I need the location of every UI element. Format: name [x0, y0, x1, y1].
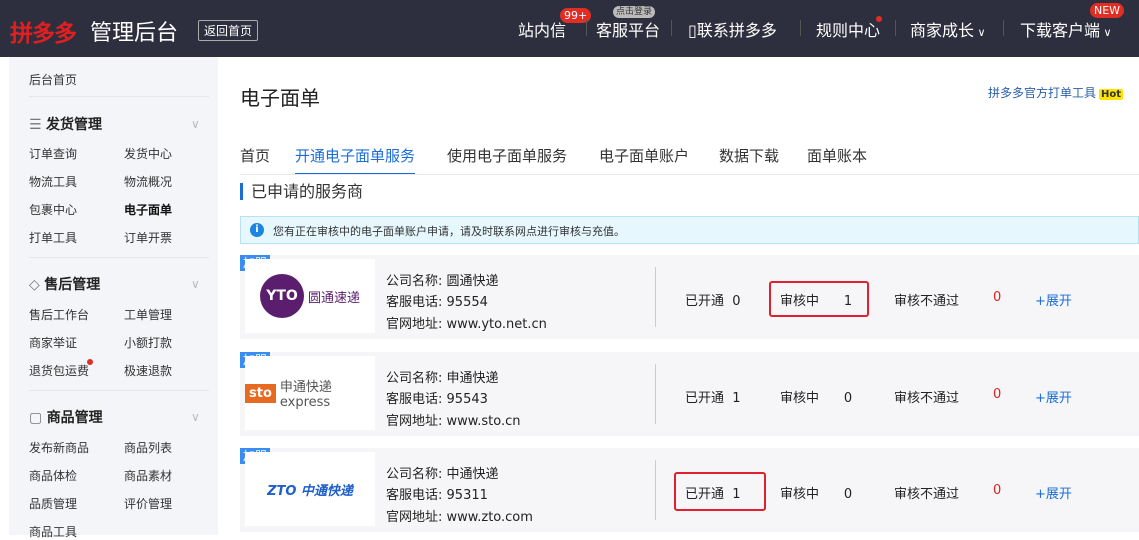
website-link[interactable]: www.sto.cn: [447, 414, 521, 429]
expand-button[interactable]: +展开: [1035, 387, 1072, 406]
tab-open-service[interactable]: 开通电子面单服务: [295, 145, 416, 175]
group-products[interactable]: ▢ 商品管理: [29, 407, 103, 427]
login-badge: 点击登录: [613, 6, 656, 18]
sidebar-item[interactable]: 售后工作台: [29, 306, 89, 323]
yto-logo: YTO 圆通速递: [245, 259, 375, 333]
sidebar-item[interactable]: 评价管理: [124, 495, 172, 512]
group-shipping[interactable]: ☰ 发货管理: [29, 114, 102, 134]
tab-use-service[interactable]: 使用电子面单服务: [447, 145, 567, 166]
chevron-down-icon: ∨: [1100, 26, 1112, 39]
sidebar-item[interactable]: 工单管理: [124, 306, 172, 323]
chevron-down-icon: ∨: [191, 277, 200, 291]
shield-icon: ◇: [29, 277, 45, 293]
sidebar-item[interactable]: 极速退款: [124, 362, 172, 379]
nav-download[interactable]: 下载客户端 ∨: [1020, 17, 1112, 41]
new-badge: NEW: [1090, 3, 1125, 18]
provider-card-yto: 加盟 YTO圆通速递 公司名称: 圆通快递 客服电话: 95554 官网地址: …: [240, 255, 1139, 339]
hot-badge: Hot: [1099, 89, 1124, 100]
sidebar-item[interactable]: 商品工具: [29, 523, 77, 540]
provider-card-zto: 加盟 ZTO 中通快递 公司名称: 中通快递 客服电话: 95311 官网地址:…: [240, 448, 1139, 532]
highlight-box: [769, 281, 869, 317]
phone-icon: ▯: [688, 21, 697, 40]
pdd-logo: 拼多多: [10, 21, 77, 47]
website-link[interactable]: www.yto.net.cn: [447, 317, 547, 332]
expand-button[interactable]: +展开: [1035, 290, 1072, 309]
sidebar-home[interactable]: 后台首页: [29, 71, 77, 88]
tab-account[interactable]: 电子面单账户: [599, 145, 689, 166]
sidebar-item[interactable]: 物流工具: [29, 173, 77, 190]
chevron-down-icon: ∨: [191, 117, 200, 131]
nav-growth[interactable]: 商家成长 ∨: [910, 17, 986, 41]
highlight-box: [674, 472, 766, 511]
sidebar-item[interactable]: 发布新商品: [29, 439, 89, 456]
tab-download[interactable]: 数据下载: [719, 145, 779, 166]
info-icon: i: [250, 223, 264, 237]
section-title: 已申请的服务商: [240, 183, 363, 200]
sidebar-item[interactable]: 包裹中心: [29, 201, 77, 218]
sto-logo: sto 申通快递 express: [245, 356, 375, 430]
nav-customer-service[interactable]: 客服平台: [596, 17, 660, 41]
sidebar-item[interactable]: 物流概况: [124, 173, 172, 190]
zto-logo: ZTO 中通快递: [245, 452, 375, 526]
tab-ledger[interactable]: 面单账本: [807, 145, 867, 166]
sidebar-item[interactable]: 商品列表: [124, 439, 172, 456]
print-tool-link[interactable]: 拼多多官方打单工具 Hot: [988, 84, 1124, 101]
tab-home[interactable]: 首页: [240, 145, 270, 166]
chevron-down-icon: ∨: [974, 26, 986, 39]
top-header: 拼多多 管理后台 返回首页 站内信 99+ 客服平台 点击登录 ▯联系拼多多 规…: [0, 0, 1139, 57]
sidebar-item-active[interactable]: 电子面单: [124, 201, 172, 218]
sidebar-item[interactable]: 订单开票: [124, 229, 172, 246]
nav-messages[interactable]: 站内信: [518, 17, 566, 41]
chevron-down-icon: ∨: [191, 410, 200, 424]
box-icon: ▢: [29, 410, 47, 426]
document-icon: ☰: [29, 117, 47, 133]
sidebar-item[interactable]: 商家举证: [29, 334, 77, 351]
provider-card-sto: 加盟 sto申通快递 express 公司名称: 申通快递 客服电话: 9554…: [240, 352, 1139, 436]
app-title: 管理后台: [90, 21, 179, 46]
sidebar-item[interactable]: 退货包运费: [29, 362, 89, 379]
sidebar-item[interactable]: 订单查询: [29, 145, 77, 162]
sidebar: 后台首页 ☰ 发货管理 ∨ 订单查询 发货中心 物流工具 物流概况 包裹中心 电…: [9, 57, 218, 539]
sidebar-item[interactable]: 小额打款: [124, 334, 172, 351]
sidebar-item[interactable]: 发货中心: [124, 145, 172, 162]
notice-bar: i 您有正在审核中的电子面单账户申请，请及时联系网点进行审核与充值。: [240, 216, 1139, 244]
sidebar-item[interactable]: 品质管理: [29, 495, 77, 512]
group-aftersale[interactable]: ◇ 售后管理: [29, 274, 100, 294]
nav-contact[interactable]: ▯联系拼多多: [688, 17, 777, 41]
sidebar-item[interactable]: 商品素材: [124, 467, 172, 484]
back-home-button[interactable]: 返回首页: [198, 20, 259, 41]
website-link[interactable]: www.zto.com: [447, 510, 533, 525]
nav-rules[interactable]: 规则中心: [816, 17, 880, 41]
expand-button[interactable]: +展开: [1035, 483, 1072, 502]
sidebar-item[interactable]: 打单工具: [29, 229, 77, 246]
sidebar-item[interactable]: 商品体检: [29, 467, 77, 484]
page-title: 电子面单: [240, 86, 320, 110]
